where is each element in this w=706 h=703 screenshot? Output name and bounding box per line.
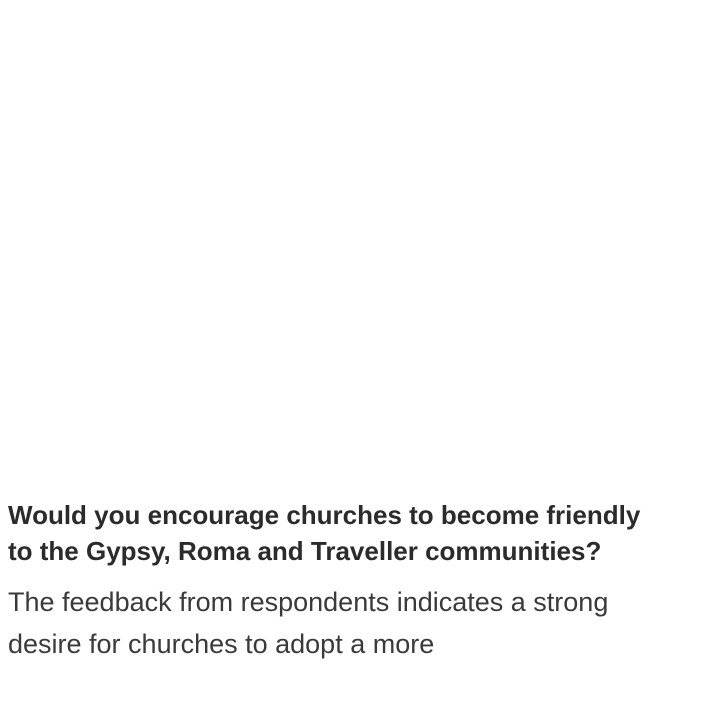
article-section: Would you encourage churches to become f… (8, 497, 668, 665)
question-heading: Would you encourage churches to become f… (8, 500, 641, 566)
body-paragraph: The feedback from respondents indicates … (8, 587, 609, 659)
page: Would you encourage churches to become f… (0, 0, 706, 703)
